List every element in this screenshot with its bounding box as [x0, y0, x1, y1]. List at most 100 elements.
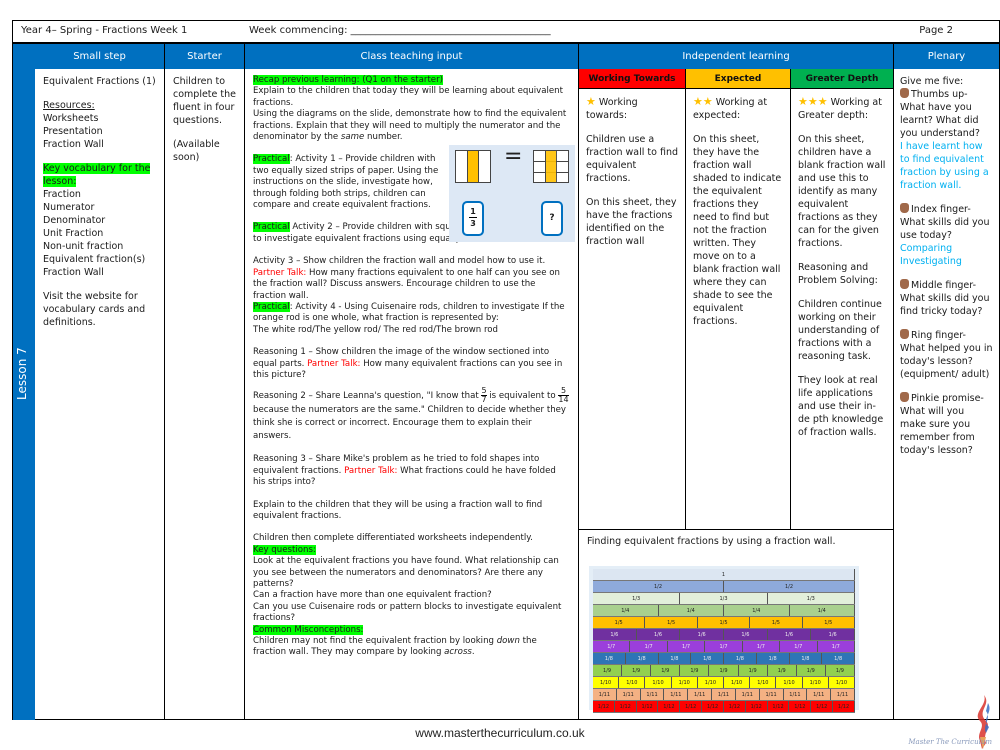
teaching-p2-text: Using the diagrams on the slide, demonst… [253, 109, 567, 143]
fraction-wall-cell: 1/8 [789, 653, 823, 664]
fraction-wall-cell: 1/3 [767, 593, 855, 604]
tier-greater-depth: Greater Depth [791, 69, 894, 89]
ninths-grid [533, 150, 569, 183]
greater-depth-column: ★★★ Working at Greater depth: On this sh… [791, 89, 894, 529]
fraction-wall-cell: 1/10 [619, 677, 646, 688]
vocab-item: Numerator [43, 202, 95, 213]
plenary-item: Pinkie promise- What will you make sure … [900, 392, 984, 456]
fraction-wall-cell: 1/11 [783, 689, 808, 700]
partner-talk-label: Partner Talk: [253, 267, 307, 278]
fraction-wall-cell: 1/2 [593, 581, 724, 592]
vocab-item: Unit Fraction [43, 228, 104, 239]
fraction-wall-cell: 1/9 [680, 665, 710, 676]
fraction-wall-cell: 1/8 [593, 653, 626, 664]
header-independent: Independent learning [579, 44, 894, 69]
footer-url[interactable]: www.masterthecurriculum.co.uk [0, 726, 1000, 740]
fraction-wall-cell: 1/9 [709, 665, 739, 676]
fraction-wall-cell: 1/12 [614, 701, 637, 712]
lesson-grid: Lesson 7 Small step Starter Class teachi… [12, 42, 1000, 720]
key-question: Look at the equivalent fractions you hav… [253, 556, 559, 589]
star-icon: ★★ [693, 95, 713, 108]
activity-1: Practical: Activity 1 – Provide children… [253, 154, 443, 211]
fraction-wall-cell: 1/12 [658, 701, 681, 712]
equals-sign: = [504, 144, 523, 169]
fraction-wall-cell: 1/8 [625, 653, 659, 664]
fraction-wall-cell: 1/4 [724, 605, 790, 616]
fraction-wall-cell: 1/8 [756, 653, 790, 664]
fraction-wall-cell: 1/8 [691, 653, 724, 664]
hand-icon [900, 279, 909, 289]
fraction-card-unknown: ? [541, 201, 563, 236]
activity-4-rods: The white rod/The yellow rod/ The red ro… [253, 324, 499, 335]
fraction-wall-cell: 1/6 [724, 629, 768, 640]
misconception-text: Children may not find the equivalent fra… [253, 636, 537, 658]
fraction-wall-cell: 1/5 [750, 617, 803, 628]
fraction-wall-cell: 1/12 [723, 701, 746, 712]
plenary-item: Middle finger- What skills did you find … [900, 279, 990, 317]
vocab-item: Denominator [43, 215, 106, 226]
fraction-wall-cell: 1/5 [697, 617, 751, 628]
fraction-wall-cell: 1/11 [712, 689, 736, 700]
tier-body: Children use a fraction wall to find equ… [586, 134, 678, 184]
resource-item: Fraction Wall [43, 139, 104, 150]
fraction-wall-row: 1/3 1/3 1/3 [593, 593, 855, 605]
fraction-wall-cell: 1/10 [724, 677, 751, 688]
header-class-input: Class teaching input [245, 44, 579, 69]
plenary-item: Ring finger- What helped you in today's … [900, 329, 993, 380]
reasoning-3: Reasoning 3 – Share Mike's problem as he… [253, 454, 570, 488]
teaching-p2-end: number. [364, 132, 403, 143]
practical-label: Practical [253, 301, 290, 312]
fraction-wall-cell: 1/11 [640, 689, 665, 700]
header-starter: Starter [165, 44, 245, 69]
fraction-wall-cell: 1/12 [811, 701, 834, 712]
fraction-wall-cell: 1/11 [759, 689, 784, 700]
fraction-wall-cell: 1/5 [802, 617, 856, 628]
fraction-wall-caption: Finding equivalent fractions by using a … [587, 536, 836, 547]
class-input-column: Recap previous learning: (Q1 on the star… [245, 69, 579, 720]
planning-page: Year 4– Spring - Fractions Week 1 Week c… [12, 20, 1000, 720]
fraction-wall-cell: 1/11 [807, 689, 832, 700]
fraction-wall-row: 1/8 1/8 1/8 1/8 1/8 1/8 1/8 1/8 [593, 653, 855, 665]
explain-fraction-wall: Explain to the children that they will b… [253, 499, 543, 521]
fraction-wall-cell: 1/12 [593, 701, 615, 712]
fraction-wall-cell: 1/9 [622, 665, 652, 676]
hand-icon [900, 203, 909, 213]
hand-icon [900, 392, 909, 402]
fraction-wall-cell: 1/9 [738, 665, 768, 676]
logo-text: Master The Curriculum [908, 738, 992, 746]
fraction-wall: 1 1/2 1/2 1/3 1/3 1/3 1/4 1/4 1/4 1/4 1/5 1/5 1/5 1/5… [589, 566, 859, 713]
fraction-wall-cell: 1/5 [593, 617, 646, 628]
activity-3-talk: Partner Talk: How many fractions equival… [253, 268, 570, 302]
lesson-bar: Lesson 7 [13, 44, 35, 720]
hand-icon [900, 88, 909, 98]
fraction-wall-cell: 1/5 [645, 617, 698, 628]
tier-working-towards: Working Towards [579, 69, 686, 89]
fraction-wall-cell: 1/7 [780, 641, 818, 652]
plenary-item: Index finger- What skills did you use to… [900, 203, 990, 241]
fraction-wall-cell: 1/7 [742, 641, 781, 652]
fraction-wall-cell: 1/7 [817, 641, 855, 652]
visit-website-note: Visit the website for vocabulary cards a… [43, 291, 146, 328]
week-commencing: Week commencing: _______________________… [249, 25, 551, 36]
fraction-wall-cell: 1/3 [593, 593, 681, 604]
fraction-wall-row: 1/7 1/7 1/7 1/7 1/7 1/7 1/7 [593, 641, 855, 653]
key-question: Can a fraction have more than one equiva… [253, 590, 492, 601]
fraction-wall-cell: 1/12 [636, 701, 659, 712]
tier-body: On this sheet, they have the fraction wa… [693, 134, 782, 327]
fraction-wall-cell: 1/8 [724, 653, 757, 664]
reasoning-2-end: because the numerators are the same." Ch… [253, 405, 567, 442]
fraction-wall-cell: 1/7 [705, 641, 743, 652]
vocab-item: Equivalent fraction(s) [43, 254, 146, 265]
reasoning-1: Reasoning 1 – Show children the image of… [253, 347, 570, 381]
fraction-wall-cell: 1/12 [702, 701, 724, 712]
recap-label: Recap previous learning: (Q1 on the star… [253, 75, 443, 85]
fraction-wall-cell: 1/10 [828, 677, 856, 688]
tier-body: Reasoning and Problem Solving: [798, 262, 878, 286]
plenary-answer: Comparing Investigating [900, 243, 962, 267]
resource-item: Presentation [43, 126, 103, 137]
fraction-wall-row: 1/6 1/6 1/6 1/6 1/6 1/6 [593, 629, 856, 641]
activity-4: Practical: Activity 4 - Using Cuisenaire… [253, 301, 570, 325]
vocab-item: Non-unit fraction [43, 241, 124, 252]
fraction-wall-cell: 1/11 [831, 689, 855, 700]
small-step-column: Equivalent Fractions (1) Resources: Work… [35, 69, 165, 720]
